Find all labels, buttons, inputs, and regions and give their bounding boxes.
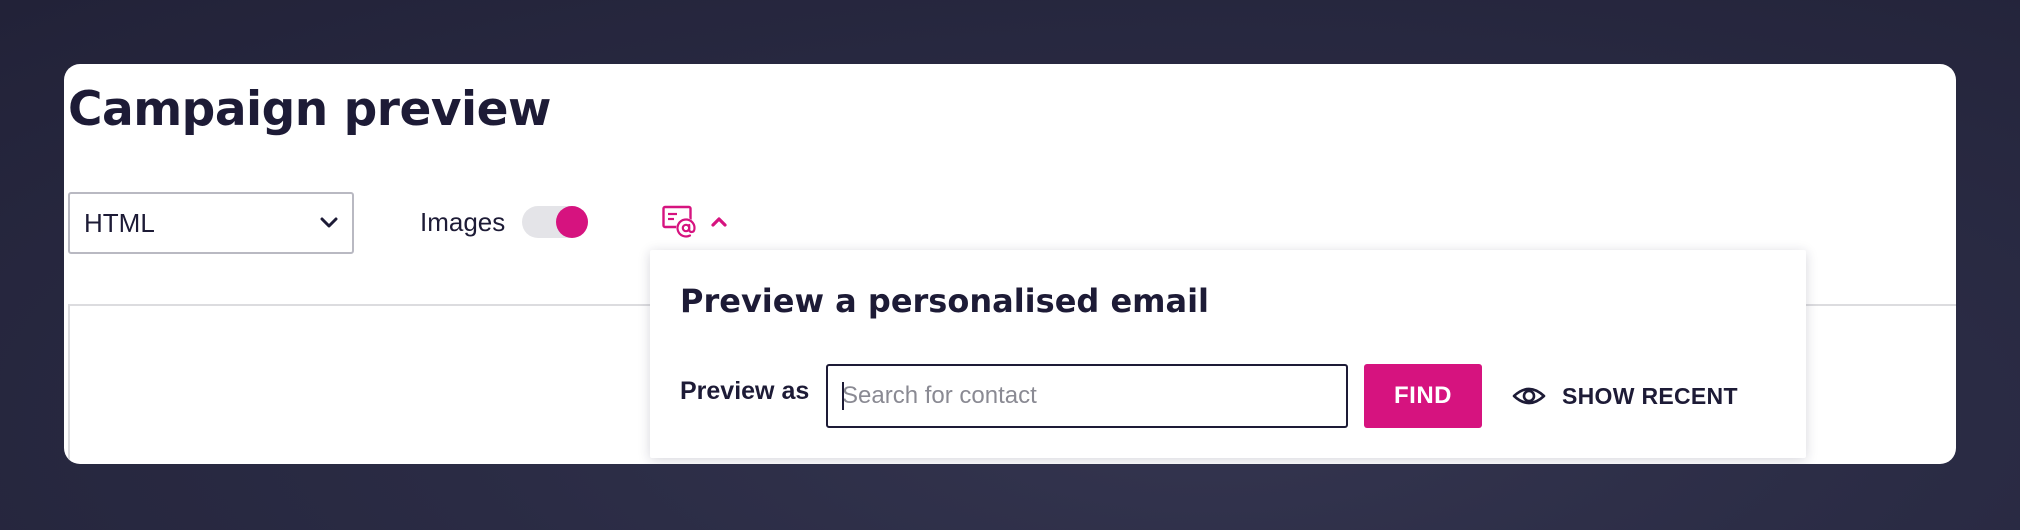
preview-as-label: Preview as bbox=[680, 377, 810, 405]
format-select-value: HTML bbox=[84, 207, 155, 238]
chevron-down-icon bbox=[320, 217, 338, 229]
preview-frame-edge bbox=[68, 306, 70, 464]
eye-icon bbox=[1512, 384, 1546, 408]
format-select[interactable]: HTML bbox=[68, 192, 354, 254]
show-recent-label: SHOW RECENT bbox=[1562, 382, 1738, 409]
personalise-popover: Preview a personalised email Preview as … bbox=[650, 250, 1806, 458]
email-at-icon bbox=[662, 205, 698, 239]
page-title: Campaign preview bbox=[68, 82, 551, 137]
personalise-preview-button[interactable] bbox=[662, 204, 728, 240]
show-recent-button[interactable]: SHOW RECENT bbox=[1512, 378, 1738, 414]
toggle-knob bbox=[556, 206, 588, 238]
images-toggle[interactable] bbox=[522, 206, 588, 238]
popover-title: Preview a personalised email bbox=[680, 282, 1210, 320]
find-button[interactable]: FIND bbox=[1364, 364, 1482, 428]
images-toggle-label: Images bbox=[420, 207, 506, 237]
campaign-preview-card: Campaign preview HTML Images Preview a p… bbox=[64, 64, 1956, 464]
chevron-up-icon bbox=[710, 216, 728, 228]
text-caret bbox=[842, 382, 844, 410]
contact-search-input[interactable] bbox=[826, 364, 1348, 428]
